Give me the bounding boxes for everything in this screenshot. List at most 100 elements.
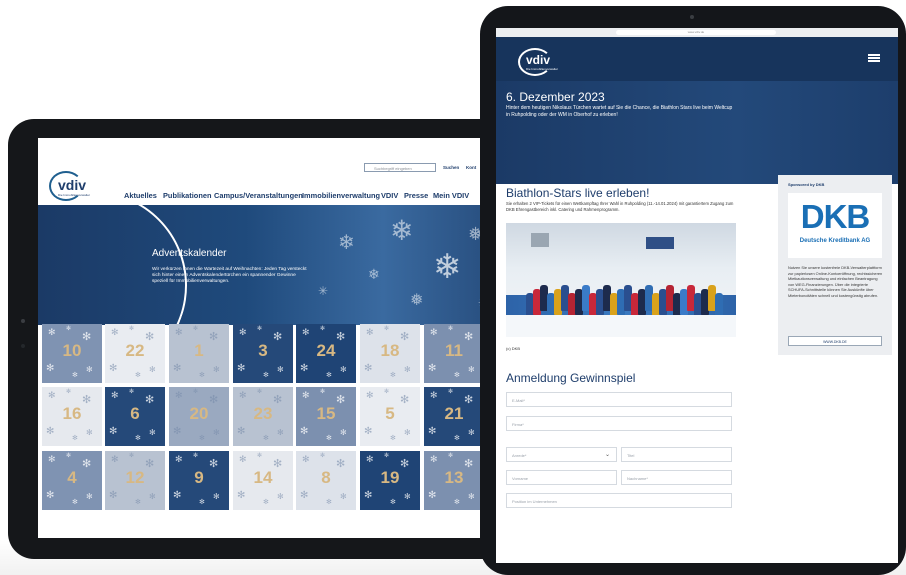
- vdiv-logo[interactable]: vdiv: [526, 53, 550, 67]
- advent-door[interactable]: ✻ ✻ ✻ ✻ ✻ ✻ 16: [42, 387, 102, 446]
- advent-door[interactable]: ✻ ✻ ✻ ✻ ✻ ✻ 11: [424, 324, 484, 383]
- snowflake-icon: ✻: [366, 390, 374, 400]
- snowflake-icon: ✻: [390, 372, 396, 379]
- snowflake-icon: ✻: [454, 435, 460, 442]
- advent-door[interactable]: ✻ ✻ ✻ ✻ ✻ ✻ 24: [296, 324, 356, 383]
- snowflake-icon: ✻: [48, 327, 56, 337]
- snowflake-icon: ✻: [72, 372, 78, 379]
- snowflake-icon: ✻: [72, 435, 78, 442]
- snowflake-icon: ✻: [237, 426, 246, 437]
- advent-door[interactable]: ✻ ✻ ✻ ✻ ✻ ✻ 10: [42, 324, 102, 383]
- snowflake-icon: ✻: [454, 499, 460, 506]
- snowflake-icon: ✻: [468, 492, 475, 501]
- snowflake-icon: ✻: [199, 435, 205, 442]
- nav-immobilienverwaltung[interactable]: Immobilienverwaltung: [302, 191, 380, 200]
- snowflake-icon: ✳: [318, 284, 329, 298]
- snowflake-icon: ✻: [364, 426, 373, 437]
- snowflake-icon: ✻: [384, 326, 390, 332]
- snowflake-icon: ✻: [263, 372, 269, 379]
- snowflake-icon: ✻: [213, 428, 220, 437]
- snowflake-icon: ✻: [404, 492, 411, 501]
- nav-campus[interactable]: Campus/Veranstaltungen: [214, 191, 303, 200]
- snowflake-icon: ✻: [129, 453, 135, 459]
- snowflake-icon: ✻: [364, 363, 373, 374]
- advent-door-number: 10: [62, 341, 82, 360]
- advent-door[interactable]: ✻ ✻ ✻ ✻ ✻ ✻ 5: [360, 387, 420, 446]
- titel-field[interactable]: Titel: [621, 447, 732, 462]
- snowflake-icon: ✻: [263, 435, 269, 442]
- snowflake-icon: ✻: [66, 453, 72, 459]
- advent-door[interactable]: ✻ ✻ ✻ ✻ ✻ ✻ 4: [42, 451, 102, 510]
- snowflake-icon: ✻: [135, 435, 141, 442]
- advent-door[interactable]: ✻ ✻ ✻ ✻ ✻ ✻ 19: [360, 451, 420, 510]
- snowflake-icon: ✻: [149, 365, 156, 374]
- advent-door[interactable]: ✻ ✻ ✻ ✻ ✻ ✻ 18: [360, 324, 420, 383]
- hero-text: Hinter dem heutigen Nikolaus Türchen war…: [506, 105, 733, 118]
- snowflake-icon: ✻: [237, 490, 246, 501]
- snowflake-icon: ✻: [149, 428, 156, 437]
- advent-door[interactable]: ✻ ✻ ✻ ✻ ✻ ✻ 13: [424, 451, 484, 510]
- advent-door-number: 15: [316, 404, 336, 423]
- snowflake-icon: ✻: [340, 365, 347, 374]
- nav-aktuelles[interactable]: Aktuelles: [124, 191, 157, 200]
- snowflake-icon: ✻: [277, 428, 284, 437]
- snowflake-icon: ❄: [368, 266, 380, 282]
- advent-door-number: 22: [125, 341, 145, 360]
- snowflake-icon: ✻: [213, 492, 220, 501]
- top-link-kontakt[interactable]: Kont: [466, 165, 476, 170]
- site-header: vdiv Die Immobilienverwalter: [496, 37, 898, 81]
- snowflake-icon: ✻: [239, 454, 247, 464]
- advent-door[interactable]: ✻ ✻ ✻ ✻ ✻ ✻ 9: [169, 451, 229, 510]
- anrede-select[interactable]: Anrede* ⌄: [506, 447, 617, 462]
- left-screen: vdiv Die Immobilienverwalter Suchbegriff…: [38, 138, 498, 538]
- snowflake-icon: ✻: [193, 326, 199, 332]
- snowflake-icon: ✻: [86, 428, 93, 437]
- position-field[interactable]: Position im Unternehmen: [506, 493, 732, 508]
- snowflake-icon: ✻: [300, 426, 309, 437]
- advent-door[interactable]: ✻ ✻ ✻ ✻ ✻ ✻ 6: [105, 387, 165, 446]
- snowflake-icon: ✻: [320, 326, 326, 332]
- hero-date: 6. Dezember 2023: [506, 90, 605, 104]
- snowflake-icon: ✻: [430, 454, 438, 464]
- advent-door-number: 11: [445, 341, 463, 360]
- advent-door[interactable]: ✻ ✻ ✻ ✻ ✻ ✻ 14: [233, 451, 293, 510]
- search-button[interactable]: Suchen: [443, 165, 459, 170]
- search-input[interactable]: Suchbegriff eingeben: [364, 163, 436, 172]
- dkb-logo-box[interactable]: DKB Deutsche Kreditbank AG: [788, 193, 882, 258]
- snowflake-icon: ✻: [404, 365, 411, 374]
- advent-door[interactable]: ✻ ✻ ✻ ✻ ✻ ✻ 1: [169, 324, 229, 383]
- advent-door[interactable]: ✻ ✻ ✻ ✻ ✻ ✻ 21: [424, 387, 484, 446]
- snowflake-icon: ✻: [302, 327, 310, 337]
- vdiv-logo[interactable]: vdiv: [58, 177, 86, 193]
- firma-field[interactable]: Firma*: [506, 416, 732, 431]
- vorname-field[interactable]: Vorname: [506, 470, 617, 485]
- advent-door[interactable]: ✻ ✻ ✻ ✻ ✻ ✻ 3: [233, 324, 293, 383]
- sponsor-label: Sponsored by DKB: [788, 182, 825, 187]
- nav-presse[interactable]: Presse: [404, 191, 428, 200]
- nachname-field[interactable]: Nachname*: [621, 470, 732, 485]
- advent-door[interactable]: ✻ ✻ ✻ ✻ ✻ ✻ 12: [105, 451, 165, 510]
- advent-door[interactable]: ✻ ✻ ✻ ✻ ✻ ✻ 20: [169, 387, 229, 446]
- snowflake-icon: ✻: [173, 426, 182, 437]
- advent-door[interactable]: ✻ ✻ ✻ ✻ ✻ ✻ 8: [296, 451, 356, 510]
- dkb-website-button[interactable]: WWW.DKB.DE: [788, 336, 882, 346]
- snowflake-icon: ✻: [428, 426, 437, 437]
- advent-door[interactable]: ✻ ✻ ✻ ✻ ✻ ✻ 22: [105, 324, 165, 383]
- address-bar[interactable]: www.vdiv.de: [616, 30, 776, 35]
- snowflake-icon: ✻: [129, 389, 135, 395]
- snow-track: [506, 315, 736, 337]
- snowflake-icon: ❄: [338, 232, 355, 254]
- advent-door[interactable]: ✻ ✻ ✻ ✻ ✻ ✻ 15: [296, 387, 356, 446]
- advent-door[interactable]: ✻ ✻ ✻ ✻ ✻ ✻ 23: [233, 387, 293, 446]
- nav-publikationen[interactable]: Publikationen: [163, 191, 211, 200]
- nav-vdiv[interactable]: VDIV: [381, 191, 398, 200]
- section-text: Sie erhalten 2 VIP-Tickets für einen Wet…: [506, 201, 734, 212]
- email-field[interactable]: E-Mail*: [506, 392, 732, 407]
- sponsor-sidebar: Sponsored by DKB DKB Deutsche Kreditbank…: [778, 175, 892, 355]
- snowflake-icon: ✻: [48, 390, 56, 400]
- snowflake-icon: ✻: [326, 372, 332, 379]
- right-tablet: www.vdiv.de vdiv Die Immobilienverwalter…: [480, 6, 906, 575]
- stadium-structure: [531, 233, 549, 247]
- nav-mein-vdiv[interactable]: Mein VDIV: [433, 191, 469, 200]
- photo-caption: (c) DKB: [506, 346, 520, 351]
